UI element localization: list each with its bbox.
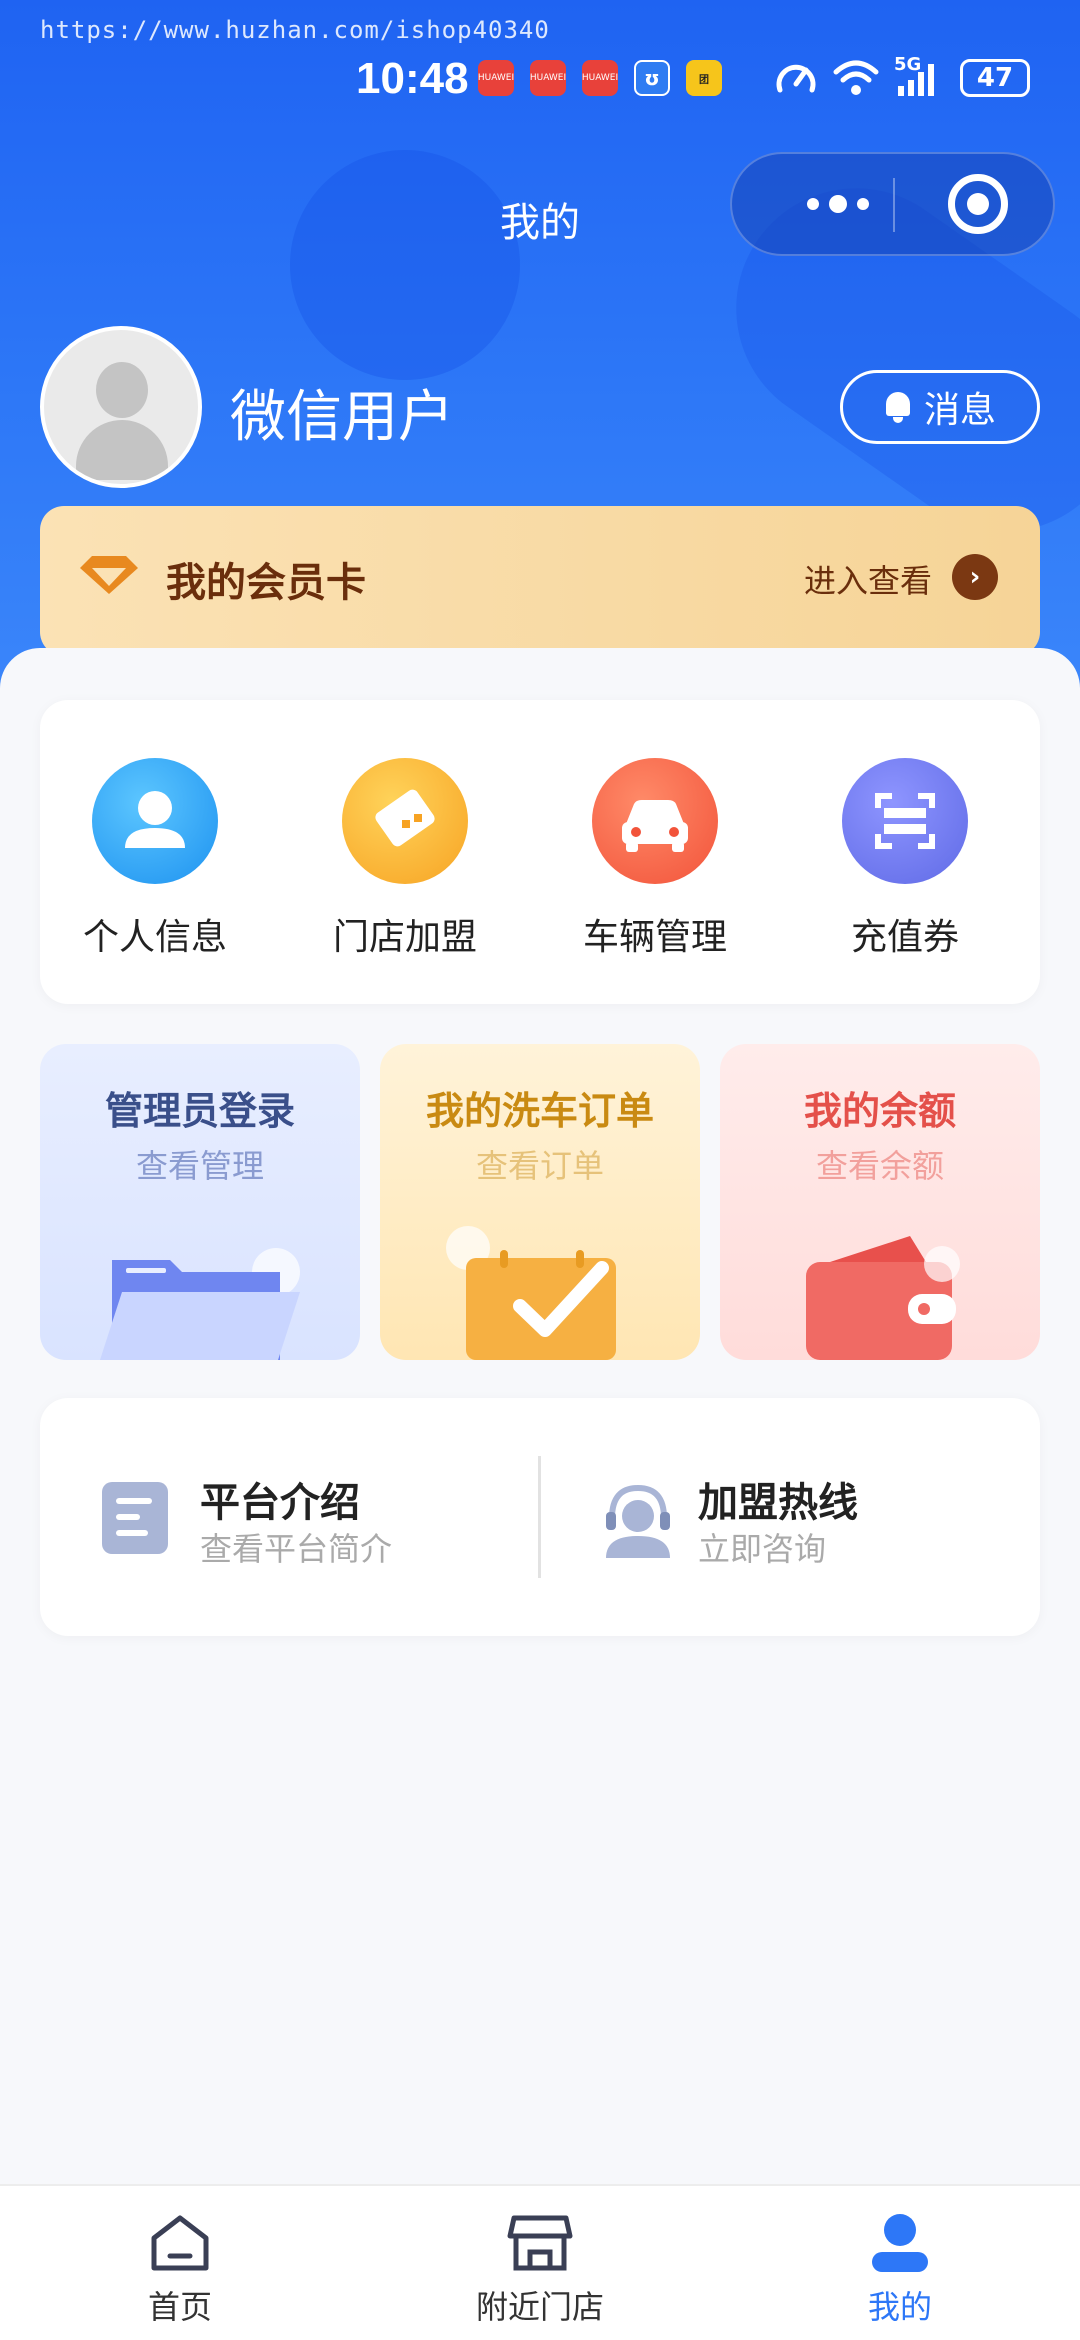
card-title: 管理员登录 bbox=[104, 1089, 295, 1133]
store-icon bbox=[507, 2215, 573, 2271]
status-time: 10:48 bbox=[356, 54, 469, 103]
dot-icon bbox=[807, 198, 819, 210]
quick-actions-panel: 个人信息 门店加盟 车辆管理 充值券 bbox=[40, 700, 1040, 1004]
tab-label: 我的 bbox=[867, 2288, 932, 2326]
quick-action-personal-info[interactable]: 个人信息 bbox=[55, 758, 255, 960]
my-balance-card[interactable]: 我的余额 查看余额 bbox=[720, 1044, 1040, 1360]
info-panel: 平台介绍 查看平台简介 加盟热线 立即咨询 bbox=[40, 1398, 1040, 1636]
document-icon bbox=[102, 1482, 168, 1554]
close-miniprogram-button[interactable] bbox=[948, 174, 1008, 234]
tab-nearby-stores[interactable]: 附近门店 bbox=[440, 2212, 640, 2328]
folder-icon bbox=[100, 1248, 300, 1360]
quick-action-label: 充值券 bbox=[850, 917, 959, 958]
bell-icon bbox=[884, 390, 912, 424]
view-membership-link[interactable]: 进入查看 bbox=[804, 556, 932, 602]
info-title: 平台介绍 bbox=[200, 1480, 360, 1526]
handshake-icon bbox=[342, 758, 468, 884]
more-menu-button[interactable] bbox=[778, 154, 898, 254]
avatar-placeholder-icon bbox=[76, 420, 168, 480]
user-icon bbox=[872, 2214, 928, 2272]
person-icon bbox=[92, 758, 218, 884]
huawei-app-icon: HUAWEI bbox=[530, 60, 566, 96]
car-wash-orders-card[interactable]: 我的洗车订单 查看订单 bbox=[380, 1044, 700, 1360]
capsule-divider bbox=[893, 178, 895, 232]
membership-card-title: 我的会员卡 bbox=[166, 560, 366, 606]
feature-cards: 管理员登录 查看管理 我的洗车订单 查看订单 我的余额 查看余额 bbox=[40, 1044, 1040, 1360]
membership-card-banner[interactable]: 我的会员卡 进入查看 › bbox=[40, 506, 1040, 656]
cellular-signal-icon: 5G bbox=[894, 54, 946, 98]
avatar[interactable] bbox=[40, 326, 202, 488]
card-subtitle: 查看管理 bbox=[135, 1147, 264, 1185]
huawei-app-icon: HUAWEI bbox=[478, 60, 514, 96]
card-title: 我的余额 bbox=[803, 1089, 956, 1133]
franchise-hotline-item[interactable]: 加盟热线 立即咨询 bbox=[598, 1470, 1018, 1570]
bottom-tab-bar: 首页 附近门店 我的 bbox=[0, 2184, 1080, 2340]
status-bar: 10:48 HUAWEI HUAWEI HUAWEI ʊ 团 5G 47 bbox=[0, 54, 1080, 104]
tab-label: 附近门店 bbox=[475, 2288, 604, 2326]
car-icon bbox=[592, 758, 718, 884]
home-icon bbox=[151, 2215, 209, 2271]
username: 微信用户 bbox=[230, 385, 454, 450]
app-notification-icon: ʊ bbox=[634, 60, 670, 96]
admin-login-card[interactable]: 管理员登录 查看管理 bbox=[40, 1044, 360, 1360]
header-decoration bbox=[290, 150, 520, 380]
platform-intro-item[interactable]: 平台介绍 查看平台简介 bbox=[100, 1470, 520, 1570]
quick-action-label: 车辆管理 bbox=[582, 917, 727, 958]
avatar-placeholder-icon bbox=[96, 362, 148, 418]
info-subtitle: 立即咨询 bbox=[698, 1530, 827, 1568]
info-title: 加盟热线 bbox=[698, 1480, 858, 1526]
speed-icon bbox=[776, 64, 816, 93]
scan-icon bbox=[842, 758, 968, 884]
tab-home[interactable]: 首页 bbox=[80, 2212, 280, 2328]
miniprogram-capsule bbox=[730, 152, 1055, 256]
watermark-text: https://www.huzhan.com/ishop40340 bbox=[40, 16, 550, 44]
battery-indicator: 47 bbox=[960, 59, 1030, 97]
card-subtitle: 查看订单 bbox=[475, 1147, 604, 1185]
wifi-icon bbox=[833, 60, 879, 95]
huawei-app-icon: HUAWEI bbox=[582, 60, 618, 96]
customer-service-icon bbox=[606, 1484, 670, 1558]
system-indicators: 5G 47 bbox=[774, 54, 1030, 98]
chevron-right-icon[interactable]: › bbox=[952, 554, 998, 600]
diamond-icon bbox=[80, 556, 138, 594]
dot-icon bbox=[829, 195, 847, 213]
card-title: 我的洗车订单 bbox=[425, 1089, 654, 1133]
message-button[interactable]: 消息 bbox=[840, 370, 1040, 444]
tab-mine[interactable]: 我的 bbox=[800, 2212, 1000, 2328]
dot-icon bbox=[857, 198, 869, 210]
card-subtitle: 查看余额 bbox=[815, 1147, 944, 1185]
quick-action-label: 门店加盟 bbox=[332, 917, 477, 958]
message-label: 消息 bbox=[923, 390, 996, 431]
calendar-check-icon bbox=[446, 1226, 616, 1360]
quick-action-vehicle-management[interactable]: 车辆管理 bbox=[555, 758, 755, 960]
wallet-icon bbox=[806, 1236, 960, 1360]
info-subtitle: 查看平台简介 bbox=[200, 1530, 393, 1568]
app-notification-icon: 团 bbox=[686, 60, 722, 96]
quick-action-store-franchise[interactable]: 门店加盟 bbox=[305, 758, 505, 960]
info-divider bbox=[538, 1456, 541, 1578]
tab-label: 首页 bbox=[147, 2288, 212, 2326]
quick-action-label: 个人信息 bbox=[82, 917, 227, 958]
quick-action-recharge-coupon[interactable]: 充值券 bbox=[805, 758, 1005, 960]
